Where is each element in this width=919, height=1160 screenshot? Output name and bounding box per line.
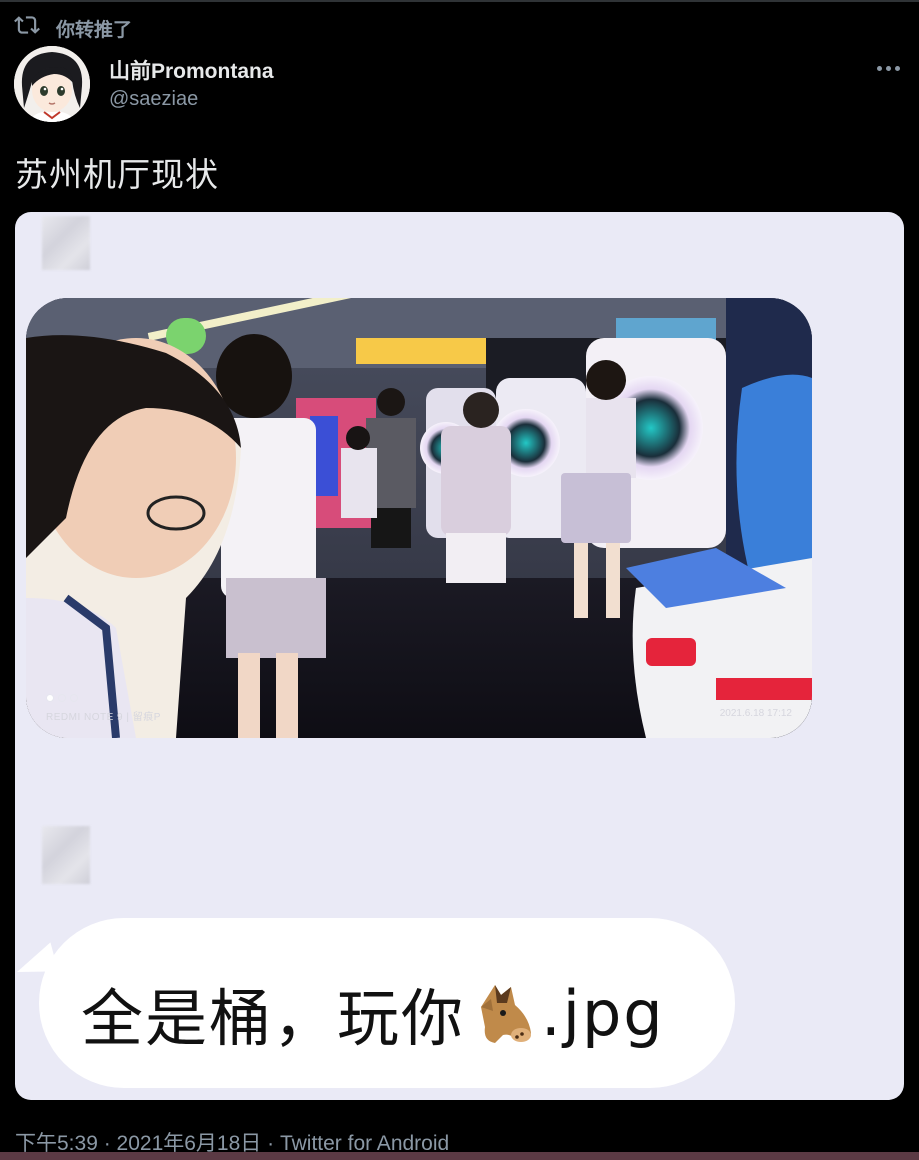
photo-watermark: REDMI NOTE 9 | 留痕P [46,712,161,723]
horse-face-icon [481,985,532,1043]
chat-text-after: .jpg [541,976,665,1050]
more-options-button[interactable] [873,56,903,80]
top-border [0,0,919,2]
blurred-avatar-icon [42,826,90,884]
anime-girl-avatar [14,46,90,122]
page-dot-icon [46,694,54,702]
page-dot-icon [70,694,78,702]
more-dot-icon [885,65,891,71]
tweet-text: 苏州机厅现状 [15,156,219,193]
arcade-photo[interactable]: REDMI NOTE 9 | 留痕P 2021.6.18 17:12 [26,298,812,738]
avatar[interactable] [14,46,90,122]
tweet-media-image[interactable]: REDMI NOTE 9 | 留痕P 2021.6.18 17:12 全是桶，玩… [15,212,904,1100]
page-dot-icon [58,694,66,702]
author-display-name[interactable]: 山前Promontana [109,55,274,85]
retweet-icon [14,12,40,44]
photo-page-dots [46,694,78,702]
retweet-indicator[interactable]: 你转推了 [14,14,132,42]
retweet-label: 你转推了 [56,19,133,41]
blurred-avatar-icon [42,216,90,270]
more-dot-icon [876,65,882,71]
author-handle[interactable]: @saeziae [109,88,198,111]
more-dot-icon [894,65,900,71]
chat-message: 全是桶，玩你 .jpg [81,968,665,1058]
bottom-divider [0,1152,919,1160]
photo-date: 2021.6.18 17:12 [719,708,792,719]
chat-text-before: 全是桶，玩你 [81,982,466,1055]
arcade-scene-image [26,298,812,738]
